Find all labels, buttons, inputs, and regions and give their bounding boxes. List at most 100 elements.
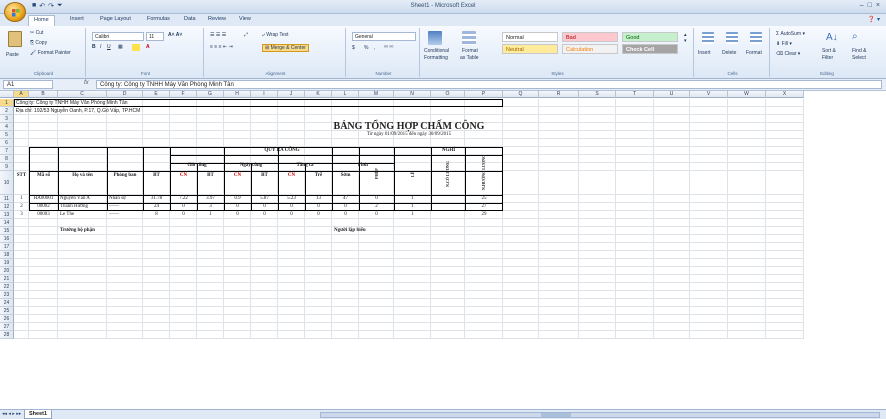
cell[interactable]	[690, 171, 728, 195]
cell[interactable]	[107, 235, 143, 243]
cell[interactable]	[728, 195, 766, 203]
tab-review[interactable]: Review	[208, 16, 226, 22]
cell[interactable]	[728, 163, 766, 171]
column-header-k[interactable]: K	[305, 91, 332, 98]
paste-button[interactable]: Paste	[6, 52, 19, 58]
sort-filter-icon[interactable]: A↓	[826, 32, 838, 43]
cell[interactable]	[224, 227, 251, 235]
column-header-f[interactable]: F	[170, 91, 197, 98]
cell[interactable]	[359, 275, 394, 283]
column-header-s[interactable]: S	[579, 91, 616, 98]
cell[interactable]	[766, 195, 804, 203]
cell[interactable]	[539, 291, 579, 299]
cell[interactable]	[14, 323, 29, 331]
fill-button[interactable]: ⬇ Fill ▾	[776, 41, 792, 47]
cell[interactable]	[29, 315, 58, 323]
cell[interactable]	[465, 219, 503, 227]
cell[interactable]	[616, 323, 654, 331]
cell[interactable]	[579, 147, 616, 155]
cell[interactable]	[431, 211, 465, 219]
cell[interactable]	[766, 243, 804, 251]
cell[interactable]	[359, 331, 394, 339]
percent-button[interactable]: %	[364, 45, 368, 51]
cell[interactable]	[579, 251, 616, 259]
conditional-formatting-icon[interactable]	[428, 31, 442, 45]
cell[interactable]	[690, 331, 728, 339]
cell[interactable]	[107, 219, 143, 227]
column-header-p[interactable]: P	[465, 91, 503, 98]
cell[interactable]	[359, 315, 394, 323]
cell[interactable]	[728, 291, 766, 299]
cell[interactable]	[728, 251, 766, 259]
cell[interactable]	[766, 251, 804, 259]
row-header-11[interactable]: 11	[0, 195, 14, 203]
cell[interactable]	[278, 107, 305, 115]
cell[interactable]	[766, 227, 804, 235]
cell[interactable]	[654, 211, 690, 219]
cell[interactable]	[766, 155, 804, 163]
cell[interactable]	[728, 155, 766, 163]
cell[interactable]	[394, 139, 431, 147]
cell[interactable]	[305, 251, 332, 259]
cell[interactable]	[394, 259, 431, 267]
cell[interactable]	[654, 147, 690, 155]
cell[interactable]	[728, 203, 766, 211]
cell[interactable]	[107, 307, 143, 315]
cell[interactable]	[143, 323, 170, 331]
minimize-icon[interactable]: –	[860, 2, 864, 9]
cell[interactable]	[766, 323, 804, 331]
cell[interactable]	[728, 275, 766, 283]
cell[interactable]	[616, 211, 654, 219]
cell[interactable]	[539, 283, 579, 291]
cell[interactable]	[616, 227, 654, 235]
cell[interactable]	[224, 251, 251, 259]
cell[interactable]	[143, 299, 170, 307]
cell[interactable]	[29, 307, 58, 315]
cell[interactable]	[278, 331, 305, 339]
column-header-g[interactable]: G	[197, 91, 224, 98]
cell[interactable]	[503, 275, 539, 283]
cell[interactable]	[107, 299, 143, 307]
cell[interactable]	[29, 323, 58, 331]
cell[interactable]	[579, 283, 616, 291]
cell[interactable]	[539, 211, 579, 219]
cell[interactable]	[579, 275, 616, 283]
cell[interactable]	[616, 155, 654, 163]
row-header-12[interactable]: 12	[0, 203, 14, 211]
cell[interactable]	[394, 291, 431, 299]
cell[interactable]	[690, 99, 728, 107]
cell[interactable]	[503, 267, 539, 275]
cell[interactable]	[690, 211, 728, 219]
cell[interactable]	[431, 107, 465, 115]
cell[interactable]	[14, 307, 29, 315]
cell[interactable]	[616, 139, 654, 147]
cell[interactable]	[465, 315, 503, 323]
cell[interactable]	[224, 291, 251, 299]
column-header-l[interactable]: L	[332, 91, 359, 98]
grow-font-icon[interactable]: A˄ A˅	[168, 32, 182, 38]
name-box[interactable]: A1	[3, 80, 53, 89]
cell[interactable]	[616, 291, 654, 299]
cell[interactable]	[465, 283, 503, 291]
cell[interactable]	[579, 139, 616, 147]
cell[interactable]	[465, 307, 503, 315]
cell[interactable]	[305, 219, 332, 227]
cell[interactable]	[29, 219, 58, 227]
cell[interactable]	[29, 299, 58, 307]
cell[interactable]	[332, 331, 359, 339]
cell[interactable]	[58, 283, 107, 291]
cell[interactable]	[728, 99, 766, 107]
cell[interactable]	[503, 203, 539, 211]
cell[interactable]	[107, 267, 143, 275]
cell[interactable]	[14, 219, 29, 227]
cell[interactable]	[170, 299, 197, 307]
cell[interactable]	[654, 307, 690, 315]
cell[interactable]	[465, 267, 503, 275]
cell[interactable]	[278, 291, 305, 299]
cell[interactable]	[431, 139, 465, 147]
find-select-button[interactable]: Find &	[852, 48, 866, 54]
cell[interactable]	[503, 147, 539, 155]
cell[interactable]	[431, 315, 465, 323]
cell[interactable]	[579, 171, 616, 195]
cell[interactable]	[58, 251, 107, 259]
